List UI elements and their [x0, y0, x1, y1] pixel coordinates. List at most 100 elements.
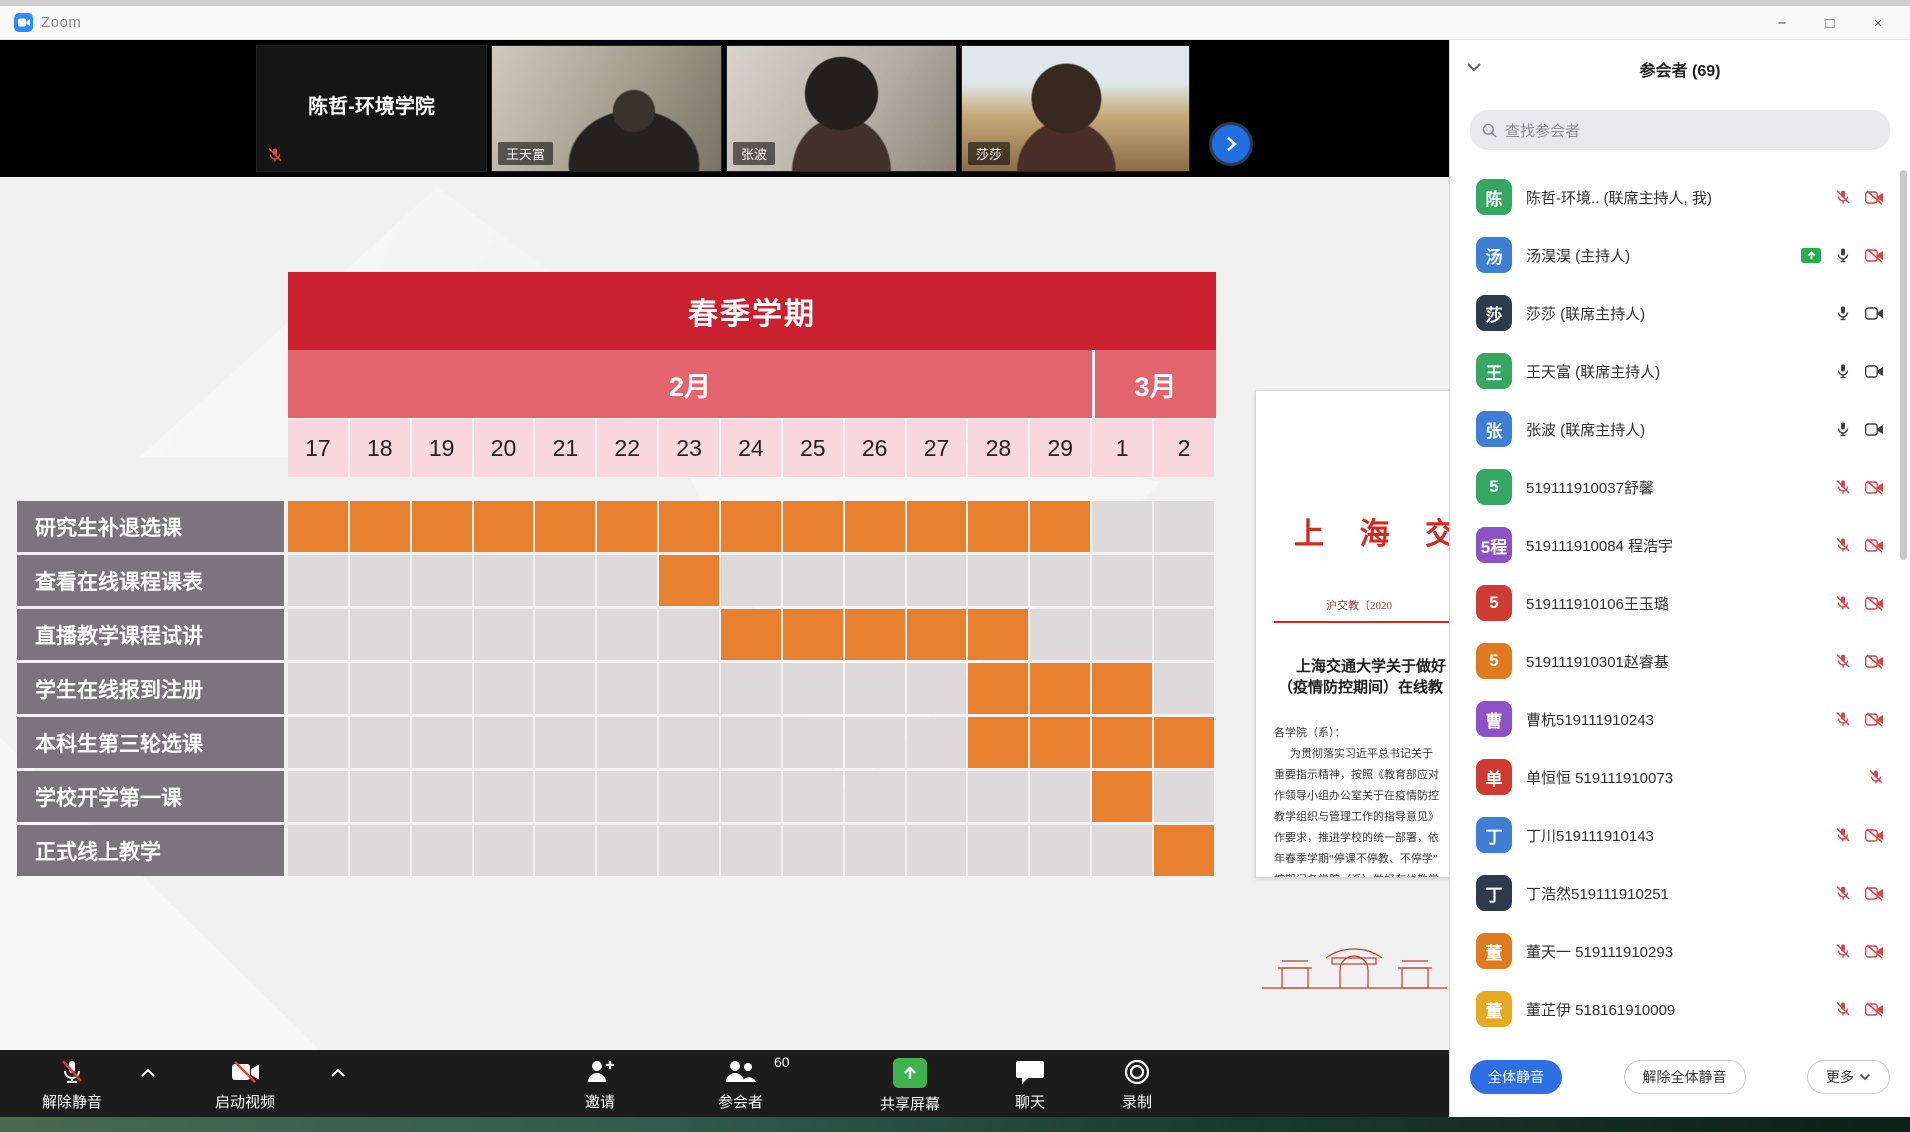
gantt-cell-inactive — [412, 771, 472, 822]
next-videos-button[interactable] — [1212, 125, 1250, 163]
participant-row[interactable]: 5 519111910037舒馨 — [1450, 458, 1910, 516]
camera-off-icon — [1865, 248, 1884, 263]
gantt-cell-active — [845, 501, 905, 552]
participant-row[interactable]: 5 519111910301赵睿基 — [1450, 632, 1910, 690]
participant-row[interactable]: 董 董天一 519111910293 — [1450, 922, 1910, 980]
participants-count-badge: 60 — [774, 1054, 790, 1070]
gantt-cell-inactive — [474, 717, 534, 768]
more-button[interactable]: 更多 — [1807, 1060, 1890, 1094]
participants-button[interactable]: 60 参会者 — [718, 1058, 763, 1112]
gantt-grid — [288, 501, 1216, 879]
participant-name-label: 张波 — [733, 142, 775, 165]
close-button[interactable]: × — [1854, 6, 1902, 40]
gantt-cell-inactive — [474, 771, 534, 822]
document-body-line: 作领导小组办公室关于在疫情防控 — [1274, 786, 1449, 807]
avatar: 汤 — [1476, 237, 1512, 273]
titlebar: Zoom − □ × — [0, 6, 1910, 40]
unmute-button[interactable]: 解除静音 — [42, 1058, 102, 1112]
gantt-cell-active — [1092, 771, 1152, 822]
gantt-cell-inactive — [350, 609, 410, 660]
participant-name: 519111910084 程浩宇 — [1526, 535, 1673, 556]
camera-off-icon — [1865, 944, 1884, 959]
participant-row[interactable]: 董 董芷伊 518161910009 — [1450, 980, 1910, 1038]
participant-row[interactable]: 王 王天富 (联席主持人) — [1450, 342, 1910, 400]
month-header-mar: 3月 — [1095, 350, 1216, 418]
document-body-line: 各学院（系）： — [1274, 723, 1449, 744]
participant-name: 519111910037舒馨 — [1526, 477, 1654, 498]
participant-row[interactable]: 5 519111910106王玉璐 — [1450, 574, 1910, 632]
video-tile-wangtianfu[interactable]: 王天富 — [491, 45, 722, 172]
avatar: 董 — [1476, 991, 1512, 1027]
gantt-cell-inactive — [474, 609, 534, 660]
participant-row[interactable]: 丁 丁浩然519111910251 — [1450, 864, 1910, 922]
mic-on-icon — [1835, 247, 1851, 263]
participants-panel: 参会者 (69) 查找参会者 陈 陈哲-环境.. (联席主持人, 我) — [1449, 40, 1910, 1117]
minimize-button[interactable]: − — [1758, 6, 1806, 40]
more-label: 更多 — [1826, 1067, 1854, 1087]
gantt-cell-inactive — [968, 555, 1028, 606]
maximize-button[interactable]: □ — [1806, 6, 1854, 40]
participant-row[interactable]: 5程 519111910084 程浩宇 — [1450, 516, 1910, 574]
participant-row[interactable]: 陈 陈哲-环境.. (联席主持人, 我) — [1450, 168, 1910, 226]
gantt-cell-inactive — [535, 609, 595, 660]
gantt-cell-active — [968, 663, 1028, 714]
gantt-cell-inactive — [597, 771, 657, 822]
camera-on-icon — [1865, 306, 1884, 321]
gantt-cell-inactive — [474, 555, 534, 606]
record-button[interactable]: 录制 — [1122, 1058, 1152, 1112]
invite-button[interactable]: 邀请 — [585, 1058, 615, 1112]
mic-options-caret[interactable] — [140, 1068, 156, 1078]
gantt-cell-inactive — [907, 825, 967, 876]
participant-name: 丁川519111910143 — [1526, 825, 1654, 846]
share-screen-label: 共享屏幕 — [880, 1093, 940, 1114]
unmute-all-button[interactable]: 解除全体静音 — [1624, 1060, 1746, 1094]
camera-on-icon — [1865, 422, 1884, 437]
gantt-cell-inactive — [288, 555, 348, 606]
search-participants-input[interactable]: 查找参会者 — [1470, 110, 1890, 150]
participant-row[interactable]: 张 张波 (联席主持人) — [1450, 400, 1910, 458]
panel-scrollbar-thumb[interactable] — [1900, 170, 1907, 560]
mic-muted-icon — [1835, 595, 1851, 611]
gantt-cell-inactive — [535, 771, 595, 822]
gantt-cell-inactive — [1092, 501, 1152, 552]
participant-row[interactable]: 丁 丁川519111910143 — [1450, 806, 1910, 864]
participant-row[interactable]: 曹 曹杭519111910243 — [1450, 690, 1910, 748]
avatar: 5 — [1476, 469, 1512, 505]
participant-name: 519111910301赵睿基 — [1526, 651, 1669, 672]
video-options-caret[interactable] — [330, 1068, 346, 1078]
avatar: 董 — [1476, 933, 1512, 969]
participant-row[interactable]: 汤 汤淏淏 (主持人) — [1450, 226, 1910, 284]
gantt-day-header: 23 — [659, 419, 719, 477]
gantt-task-label: 查看在线课程课表 — [17, 555, 284, 606]
camera-off-icon — [1865, 828, 1884, 843]
gantt-cell-active — [907, 609, 967, 660]
participant-row[interactable]: 莎 莎莎 (联席主持人) — [1450, 284, 1910, 342]
collapse-panel-chevron-icon[interactable] — [1466, 62, 1482, 72]
muted-mic-icon — [267, 147, 283, 163]
participants-icon — [723, 1058, 759, 1086]
participant-row[interactable]: 单 单恒恒 519111910073 — [1450, 748, 1910, 806]
gantt-cell-inactive — [597, 717, 657, 768]
gantt-cell-inactive — [721, 771, 781, 822]
chat-button[interactable]: 聊天 — [1015, 1058, 1045, 1112]
participant-name: 丁浩然519111910251 — [1526, 883, 1669, 904]
gantt-cell-active — [721, 609, 781, 660]
gantt-cell-inactive — [907, 771, 967, 822]
gantt-cell-inactive — [659, 663, 719, 714]
video-tile-chenzhe[interactable]: 陈哲-环境学院 — [256, 45, 487, 172]
video-tile-zhangbo[interactable]: 张波 — [726, 45, 957, 172]
start-video-button[interactable]: 启动视频 — [215, 1058, 275, 1112]
muted-mic-icon — [58, 1058, 86, 1086]
gantt-cell-inactive — [288, 609, 348, 660]
gantt-cell-active — [1154, 717, 1214, 768]
gantt-row — [288, 663, 1216, 714]
gantt-cell-inactive — [845, 825, 905, 876]
video-tile-shasha[interactable]: 莎莎 — [961, 45, 1190, 172]
month-header-feb: 2月 — [288, 350, 1092, 418]
share-screen-button[interactable]: 共享屏幕 — [880, 1058, 940, 1114]
document-letterhead: 上 海 交 通 — [1294, 509, 1449, 553]
gantt-row — [288, 609, 1216, 660]
mute-all-button[interactable]: 全体静音 — [1470, 1060, 1562, 1094]
gantt-cell-inactive — [845, 555, 905, 606]
gantt-cell-inactive — [907, 663, 967, 714]
